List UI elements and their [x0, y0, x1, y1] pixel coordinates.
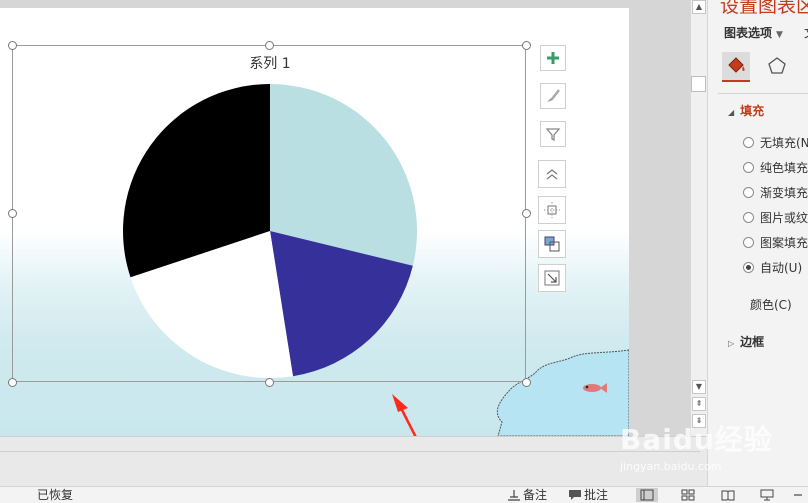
chart-styles-button[interactable]	[540, 83, 566, 109]
fill-section-header[interactable]: ◢ 填充	[728, 102, 764, 119]
slide-canvas[interactable]: 系列 1	[0, 8, 629, 436]
radio-button[interactable]	[743, 212, 754, 223]
normal-view-button[interactable]	[636, 488, 658, 502]
chart-area-frame[interactable]: 系列 1	[12, 45, 526, 382]
radio-solid-fill[interactable]: 纯色填充	[743, 159, 808, 176]
chevron-down-icon: ▼	[776, 30, 783, 40]
resize-handle-right[interactable]	[522, 209, 531, 218]
resize-handle-top-right[interactable]	[522, 41, 531, 50]
divider-line	[0, 451, 700, 452]
recovery-status: 已恢复	[37, 488, 74, 502]
chart-title[interactable]: 系列 1	[13, 53, 527, 73]
scroll-down-button[interactable]: ▼	[692, 380, 706, 394]
notes-icon	[508, 490, 520, 501]
plus-icon	[547, 52, 559, 64]
slide-editing-area: 系列 1	[0, 0, 690, 436]
color-picker-label[interactable]: 颜色(C)	[750, 296, 792, 313]
radio-label: 无填充(N)	[760, 136, 808, 150]
format-chart-area-pane: 设置图表区 图表选项▼ 文 ◢填充 无填充(N) 纯色填充 渐变填充 图片或纹 …	[707, 0, 808, 486]
chart-options-dropdown[interactable]: 图表选项 ▼	[724, 24, 783, 41]
resize-arrow-icon	[544, 270, 560, 286]
filter-icon	[545, 128, 561, 142]
notes-label: 备注	[523, 488, 548, 502]
comments-label: 批注	[584, 488, 609, 502]
radio-gradient-fill[interactable]: 渐变填充	[743, 184, 808, 201]
comment-icon	[569, 490, 581, 500]
border-section-label: 边框	[740, 335, 765, 349]
panel-separator	[718, 93, 808, 94]
radio-picture-fill[interactable]: 图片或纹	[743, 209, 808, 226]
comments-button[interactable]: 批注	[568, 487, 608, 503]
pie-chart[interactable]	[13, 46, 525, 381]
align-button[interactable]	[538, 196, 566, 224]
minus-icon	[794, 494, 802, 496]
bring-forward-button[interactable]	[538, 160, 566, 188]
previous-slide-button[interactable]: ⇞	[692, 397, 706, 411]
zoom-out-button[interactable]	[790, 488, 806, 502]
slideshow-button[interactable]	[756, 488, 778, 502]
resize-handle-bottom-left[interactable]	[8, 378, 17, 387]
reading-view-button[interactable]	[717, 488, 739, 502]
radio-button[interactable]	[743, 187, 754, 198]
paint-bucket-icon	[728, 57, 745, 73]
slide-sorter-button[interactable]	[677, 488, 699, 502]
radio-label: 图案填充	[760, 236, 808, 250]
resize-handle-bottom-right[interactable]	[522, 378, 531, 387]
radio-button-checked[interactable]	[743, 262, 754, 273]
effects-tab[interactable]	[763, 52, 791, 80]
resize-handle-left[interactable]	[8, 209, 17, 218]
status-bar: 已恢复 备注 批注	[0, 486, 808, 503]
group-button[interactable]	[538, 230, 566, 258]
resize-handle-top[interactable]	[265, 41, 274, 50]
chart-filters-button[interactable]	[540, 121, 566, 147]
notes-pane-divider	[0, 436, 707, 486]
expand-triangle-icon: ◢	[728, 108, 735, 117]
book-icon	[721, 490, 735, 501]
radio-label: 渐变填充	[760, 186, 808, 200]
radio-button[interactable]	[743, 137, 754, 148]
chart-options-label: 图表选项	[724, 26, 773, 40]
radio-label: 纯色填充	[760, 161, 808, 175]
pentagon-icon	[768, 57, 786, 74]
radio-label: 自动(U)	[760, 261, 803, 275]
radio-no-fill[interactable]: 无填充(N)	[743, 134, 808, 151]
resize-handle-top-left[interactable]	[8, 41, 17, 50]
align-center-icon	[544, 202, 560, 218]
border-section-header[interactable]: ▷ 边框	[728, 333, 764, 350]
scroll-thumb[interactable]	[691, 76, 706, 92]
radio-button[interactable]	[743, 162, 754, 173]
scroll-up-button[interactable]: ▲	[692, 0, 706, 14]
text-options-tab[interactable]: 文	[804, 24, 808, 41]
normal-view-icon	[640, 489, 654, 501]
fill-line-tab[interactable]	[722, 52, 750, 82]
presentation-icon	[760, 489, 774, 501]
radio-button[interactable]	[743, 237, 754, 248]
grid-view-icon	[681, 489, 695, 501]
radio-automatic-fill[interactable]: 自动(U)	[743, 259, 802, 276]
next-slide-button[interactable]: ⇟	[692, 414, 706, 428]
chart-elements-button[interactable]	[540, 45, 566, 71]
resize-handle-bottom[interactable]	[265, 378, 274, 387]
vertical-scrollbar[interactable]: ▲ ▼ ⇞ ⇟	[690, 0, 707, 436]
pane-title: 设置图表区	[720, 0, 808, 17]
size-properties-tab[interactable]	[802, 52, 808, 80]
brush-icon	[547, 89, 560, 102]
double-chevron-up-icon	[546, 169, 558, 180]
notes-button[interactable]: 备注	[507, 487, 547, 503]
size-button[interactable]	[538, 264, 566, 292]
group-shapes-icon	[544, 236, 560, 252]
radio-label: 图片或纹	[760, 211, 808, 225]
fill-section-label: 填充	[740, 104, 765, 118]
radio-pattern-fill[interactable]: 图案填充	[743, 234, 808, 251]
collapse-triangle-icon: ▷	[728, 339, 735, 348]
